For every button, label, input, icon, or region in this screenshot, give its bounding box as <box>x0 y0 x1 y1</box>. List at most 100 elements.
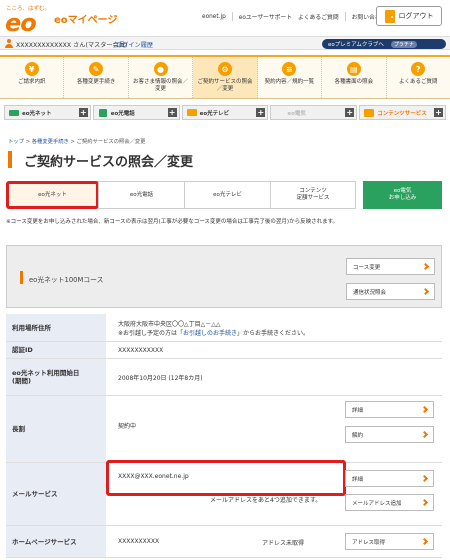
detail-label: 詳細 <box>352 407 364 414</box>
address-value: 大阪府大阪市中央区〇〇△丁目△－△△ <box>118 321 221 328</box>
chevron-right-icon <box>421 287 430 295</box>
category-eo-net[interactable]: eo光ネット + <box>4 105 91 120</box>
mail-add-button[interactable]: メールアドレス追加 <box>345 494 434 511</box>
address-label: 利用場所住所 <box>6 314 106 341</box>
top-links: eonet.jp eoユーザーサポート よくあるご質問 お問い合わせ <box>196 12 392 21</box>
row-homepage-service: ホームページサービス XXXXXXXXXX アドレス未取得 アドレス取得 <box>6 526 442 558</box>
mail-remaining-note: メールアドレスをあと4つ追加できます。 <box>210 497 322 504</box>
user-bar: XXXXXXXXXXXXX さん(マスター会員) ログイン履歴 eoプレミアムク… <box>0 36 450 50</box>
long-discount-label: 長割 <box>6 396 106 462</box>
link-support[interactable]: eoユーザーサポート <box>231 12 298 21</box>
document-icon: ≡ <box>282 62 297 76</box>
nav-item-customer-info[interactable]: ● お客さま情報の照会／変更 <box>128 57 194 98</box>
breadcrumb: トップ > 各種変更手続き > ご契約サービスの照会／変更 <box>8 137 146 145</box>
category-tabs: eo光ネット + eo光電話 + eo光テレビ + eo電気 + コンテンツサー… <box>4 105 446 120</box>
course-name: eo光ネット100Mコース <box>29 276 104 284</box>
door-icon <box>384 9 395 23</box>
nav-label: よくあるご質問 <box>398 79 438 85</box>
header: こころ、はずむ。 eo eoマイページ eonet.jp eoユーザーサポート … <box>0 0 450 37</box>
logout-button[interactable]: ログアウト <box>376 6 442 26</box>
tab-eo-tv[interactable]: eo光テレビ <box>184 181 271 209</box>
nav-label: 各種変更手続き <box>76 79 116 85</box>
nav-label: ご請求内訳 <box>17 79 46 85</box>
tab-contents[interactable]: コンテンツ 定額サービス <box>270 181 356 209</box>
app-title[interactable]: eoマイページ <box>54 11 117 26</box>
user-icon <box>5 39 13 48</box>
tab-eo-phone[interactable]: eo光電話 <box>98 181 185 209</box>
nav-item-faq[interactable]: ? よくあるご質問 <box>386 57 450 98</box>
login-history-link[interactable]: ログイン履歴 <box>116 40 153 49</box>
auth-id-value: XXXXXXXXXXX <box>118 347 164 354</box>
premium-club-button[interactable]: eoプレミアムクラブへ プラチナ <box>322 39 446 49</box>
premium-rank-badge: プラチナ <box>390 40 417 48</box>
gear-icon: ⚙ <box>217 62 232 76</box>
category-label: eo電気 <box>287 110 306 117</box>
book-icon: ▤ <box>346 62 361 76</box>
auth-id-label: 認証ID <box>6 342 106 358</box>
start-date-label: eo光ネット利用開始日 (期間) <box>6 359 106 395</box>
category-eo-phone[interactable]: eo光電話 + <box>92 105 180 120</box>
yen-icon: ¥ <box>24 62 39 76</box>
eo-logo[interactable]: eo <box>5 9 37 37</box>
category-label: コンテンツサービス <box>377 110 427 117</box>
get-address-button[interactable]: アドレス取得 <box>345 533 434 550</box>
plus-icon[interactable]: + <box>433 108 443 117</box>
tab-eo-net[interactable]: eo光ネット <box>6 181 99 209</box>
course-accent <box>20 271 23 284</box>
pen-icon: ✎ <box>89 62 104 76</box>
nav-label: ご契約サービスの照会／変更 <box>197 79 253 92</box>
service-tabs: eo光ネット eo光電話 eo光テレビ コンテンツ 定額サービス eo電気 お申… <box>6 181 446 209</box>
category-contents[interactable]: コンテンツサービス + <box>359 105 446 120</box>
row-mail-service: メールサービス XXXX@XXX.eonet.ne.jp メールアドレスをあと4… <box>6 460 442 526</box>
course-change-button[interactable]: コース変更 <box>346 258 435 275</box>
address-cell: 大阪府大阪市中央区〇〇△丁目△－△△ ※お引越し予定の方は「お引越しのお手続き」… <box>106 314 442 341</box>
chevron-right-icon <box>420 537 429 545</box>
auth-id-cell: XXXXXXXXXXX <box>106 342 442 358</box>
nav-item-services[interactable]: ⚙ ご契約サービスの照会／変更 <box>193 57 258 98</box>
long-discount-value: 契約中 <box>118 423 137 430</box>
row-start-date: eo光ネット利用開始日 (期間) 2008年10月20日 (12年8カ月) <box>6 359 442 396</box>
nav-item-billing[interactable]: ¥ ご請求内訳 <box>0 57 65 98</box>
plus-icon[interactable]: + <box>167 108 177 117</box>
title-accent <box>8 151 12 168</box>
nav-item-documents[interactable]: ▤ 各種書面の照会 <box>322 57 387 98</box>
course-change-notice: ※コース変更をお申し込みされた場合、新コースの表示は翌月(工事が必要なコース変更… <box>6 219 339 225</box>
move-note: ※お引越し予定の方は「お引越しのお手続き」からお手続きください。 <box>118 328 309 337</box>
homepage-value: XXXXXXXXXX <box>118 538 160 545</box>
link-eonet[interactable]: eonet.jp <box>196 14 232 20</box>
comm-status-label: 通信状況照会 <box>353 289 387 296</box>
comm-status-button[interactable]: 通信状況照会 <box>346 283 435 300</box>
category-eo-tv[interactable]: eo光テレビ + <box>181 105 269 120</box>
long-discount-cancel-button[interactable]: 解約 <box>345 426 434 443</box>
chevron-right-icon <box>421 262 430 270</box>
plus-icon[interactable]: + <box>256 108 266 117</box>
move-note-prefix: ※お引越し予定の方は「 <box>118 330 184 337</box>
plus-icon[interactable]: + <box>78 108 88 117</box>
breadcrumb-parent[interactable]: 各種変更手続き <box>32 139 69 145</box>
person-icon: ● <box>153 62 168 76</box>
nav-label: 各種書面の照会 <box>334 79 374 85</box>
chevron-right-icon <box>420 430 429 438</box>
tab-eo-denki-apply[interactable]: eo電気 お申し込み <box>363 181 442 209</box>
nav-item-procedures[interactable]: ✎ 各種変更手続き <box>64 57 129 98</box>
mail-detail-button[interactable]: 詳細 <box>345 470 434 487</box>
mail-add-label: メールアドレス追加 <box>352 500 402 507</box>
nav-label: お客さま情報の照会／変更 <box>133 79 189 92</box>
homepage-service-label: ホームページサービス <box>6 526 106 557</box>
category-eo-denki[interactable]: eo電気 + <box>270 105 358 120</box>
breadcrumb-home[interactable]: トップ <box>8 139 24 145</box>
nav-item-contracts[interactable]: ≡ 契約内容／規約一覧 <box>257 57 323 98</box>
row-long-discount: 長割 契約中 詳細 解約 <box>6 396 442 463</box>
mail-service-label: メールサービス <box>6 463 106 525</box>
main-nav: ¥ ご請求内訳 ✎ 各種変更手続き ● お客さま情報の照会／変更 ⚙ ご契約サー… <box>0 55 450 99</box>
tv-icon <box>186 108 197 116</box>
premium-label: eoプレミアムクラブへ <box>328 42 384 48</box>
link-faq[interactable]: よくあるご質問 <box>298 12 345 21</box>
start-date-value: 2008年10月20日 (12年8カ月) <box>118 375 203 382</box>
move-procedure-link[interactable]: お引越しのお手続き <box>183 330 237 337</box>
category-label: eo光テレビ <box>199 110 230 117</box>
plus-icon[interactable]: + <box>345 108 355 117</box>
course-change-label: コース変更 <box>353 264 381 271</box>
mail-highlight-box <box>106 460 346 496</box>
long-discount-detail-button[interactable]: 詳細 <box>345 401 434 418</box>
